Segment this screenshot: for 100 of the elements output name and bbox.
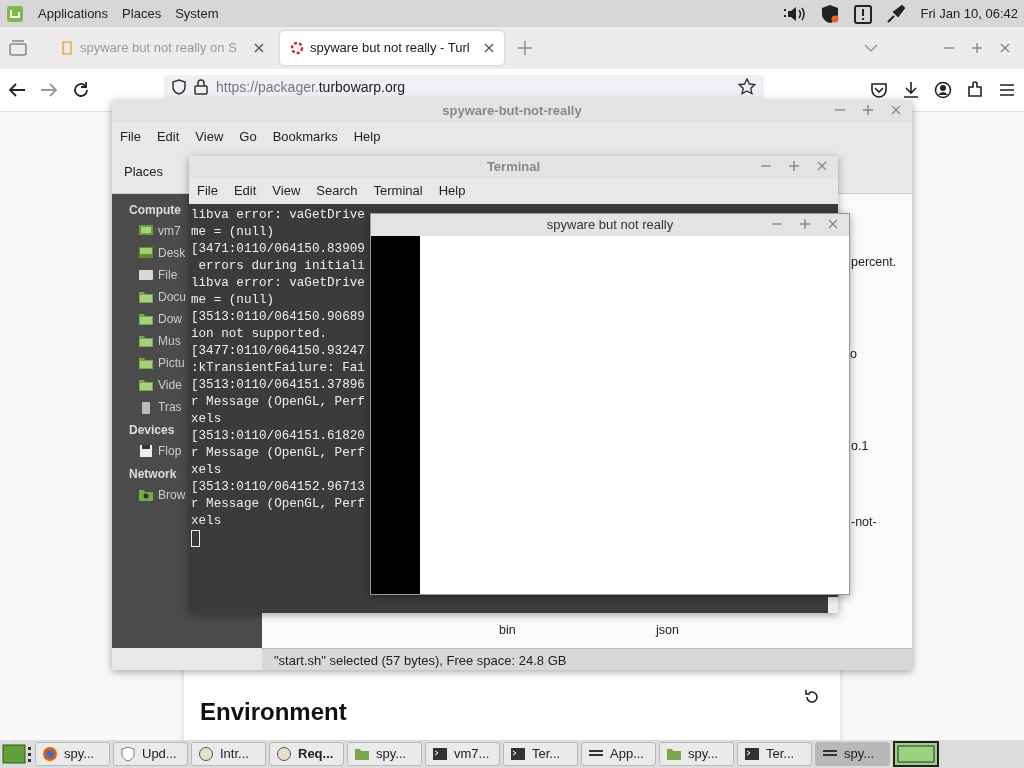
terminal-line: [3513:0110/064151.37896	[191, 376, 365, 394]
terminal-line: ion not supported.	[191, 325, 328, 343]
close-icon[interactable]	[254, 43, 264, 53]
window-title: spyware-but-not-really	[442, 102, 582, 121]
taskbar-item[interactable]: Upd...	[113, 742, 188, 766]
sidebar-item[interactable]: Dow	[138, 307, 182, 330]
maximize-button[interactable]	[860, 102, 876, 118]
sidebar-item[interactable]: File	[138, 263, 178, 286]
sidebar-item[interactable]: Desk	[138, 241, 186, 264]
sidebar-item[interactable]: vm7	[138, 219, 181, 242]
taskbar-item[interactable]: Req...	[269, 742, 344, 766]
close-icon[interactable]	[484, 43, 494, 53]
scrollbar[interactable]	[828, 597, 838, 613]
taskbar-item[interactable]: Ter...	[503, 742, 578, 766]
download-icon[interactable]	[902, 81, 920, 99]
taskbar-item[interactable]: App...	[581, 742, 656, 766]
menu-icon[interactable]	[998, 81, 1016, 99]
sidebar-heading: Compute	[129, 201, 181, 219]
menu-item[interactable]: Edit	[225, 178, 265, 204]
terminal-line: xels	[191, 512, 222, 530]
gear-icon	[290, 41, 304, 55]
sidebar-item[interactable]: Flop	[138, 439, 182, 462]
file-label[interactable]: bin	[499, 620, 516, 640]
menu-item[interactable]: Bookmarks	[264, 124, 346, 150]
shield-icon	[172, 79, 186, 95]
back-icon[interactable]	[8, 82, 26, 98]
file-label[interactable]: json	[656, 620, 679, 640]
terminal-icon	[432, 746, 448, 762]
panel-menu[interactable]: System	[175, 3, 219, 24]
cursor	[191, 529, 200, 547]
url-text: https://packager.turbowarp.org	[216, 77, 406, 97]
taskbar-item[interactable]: Ter...	[737, 742, 812, 766]
plug-icon[interactable]	[886, 3, 907, 24]
menu-item[interactable]: File	[189, 178, 226, 204]
sidebar-item[interactable]: Pictu	[138, 351, 185, 374]
terminal-line: xels	[191, 410, 222, 428]
puzzle-icon[interactable]	[966, 81, 984, 99]
terminal-icon	[744, 746, 760, 762]
clipboard-icon[interactable]	[854, 3, 873, 24]
menu-item[interactable]: Edit	[148, 124, 188, 150]
menu-icon[interactable]	[2, 743, 32, 765]
lock-icon	[194, 79, 208, 95]
shield-icon[interactable]	[820, 3, 841, 24]
sidebar-item[interactable]: Mus	[138, 329, 181, 352]
menu-item[interactable]: Help	[430, 178, 474, 204]
menu-item[interactable]: Terminal	[365, 178, 431, 204]
taskbar-item[interactable]: Intr...	[191, 742, 266, 766]
panel-menu[interactable]: Applications	[38, 3, 109, 24]
browser-icon	[42, 746, 58, 762]
terminal-line: [3477:0110/064150.93247	[191, 342, 365, 360]
taskbar-item[interactable]: spy...	[35, 742, 110, 766]
reset-icon[interactable]	[803, 688, 821, 706]
star-icon[interactable]	[738, 78, 756, 96]
file-label[interactable]: -not-	[851, 512, 877, 532]
shield-icon	[120, 746, 136, 762]
sidebar-item[interactable]: Docu	[138, 285, 186, 308]
clock[interactable]: Fri Jan 10, 06:42	[920, 3, 1018, 24]
maximize-button[interactable]	[797, 216, 813, 232]
terminal-line: xels	[191, 461, 222, 479]
sidebar-item[interactable]: Tras	[138, 395, 182, 418]
forward-icon[interactable]	[40, 82, 58, 98]
volume-icon[interactable]	[784, 4, 807, 23]
file-label[interactable]: o	[850, 344, 857, 364]
terminal-icon	[510, 746, 526, 762]
terminal-line: libva error: vaGetDrive	[191, 274, 365, 292]
file-label[interactable]: percent.	[851, 252, 897, 272]
taskbar-item[interactable]: spy...	[659, 742, 734, 766]
terminal-line: r Message (OpenGL, Perf	[191, 495, 365, 513]
sidebar-item[interactable]: Brow	[138, 483, 186, 506]
app-icon	[276, 746, 292, 762]
maximize-icon[interactable]	[972, 43, 982, 53]
terminal-line: me = (null)	[191, 223, 275, 241]
panel-menu[interactable]: Places	[122, 3, 162, 24]
taskbar-item[interactable]: spy...	[347, 742, 422, 766]
terminal-line: me = (null)	[191, 291, 275, 309]
taskbar-item[interactable]: vm7...	[425, 742, 500, 766]
workspace-switcher-icon[interactable]	[893, 741, 939, 767]
address-field[interactable]: https://packager.turbowarp.org	[164, 75, 764, 99]
taskbar-item[interactable]: spy...	[815, 742, 890, 766]
file-label[interactable]: o.1	[851, 436, 869, 456]
sidebar-item[interactable]: Vide	[138, 373, 182, 396]
menu-item[interactable]: Go	[231, 124, 265, 150]
menu-item[interactable]: View	[264, 178, 309, 204]
terminal-line: r Message (OpenGL, Perf	[191, 393, 365, 411]
terminal-line: r Message (OpenGL, Perf	[191, 444, 365, 462]
menu-item[interactable]: Search	[308, 178, 366, 204]
menu-item[interactable]: View	[187, 124, 232, 150]
tab-list-icon[interactable]	[8, 39, 28, 57]
new-tab-icon[interactable]	[518, 41, 532, 55]
maximize-button[interactable]	[786, 158, 802, 174]
menu-item[interactable]: File	[112, 124, 149, 150]
menu-item[interactable]: Help	[345, 124, 389, 150]
reload-icon[interactable]	[72, 81, 90, 99]
chevron-down-icon[interactable]	[864, 43, 878, 53]
browser-tab[interactable]: spyware but not really - Turl	[280, 31, 504, 65]
mint-logo-icon[interactable]	[6, 4, 24, 23]
pocket-icon[interactable]	[870, 81, 888, 99]
terminal-line: [3513:0110/064150.90689	[191, 308, 365, 326]
terminal-line: errors during initiali	[197, 257, 365, 275]
account-icon[interactable]	[934, 81, 952, 99]
